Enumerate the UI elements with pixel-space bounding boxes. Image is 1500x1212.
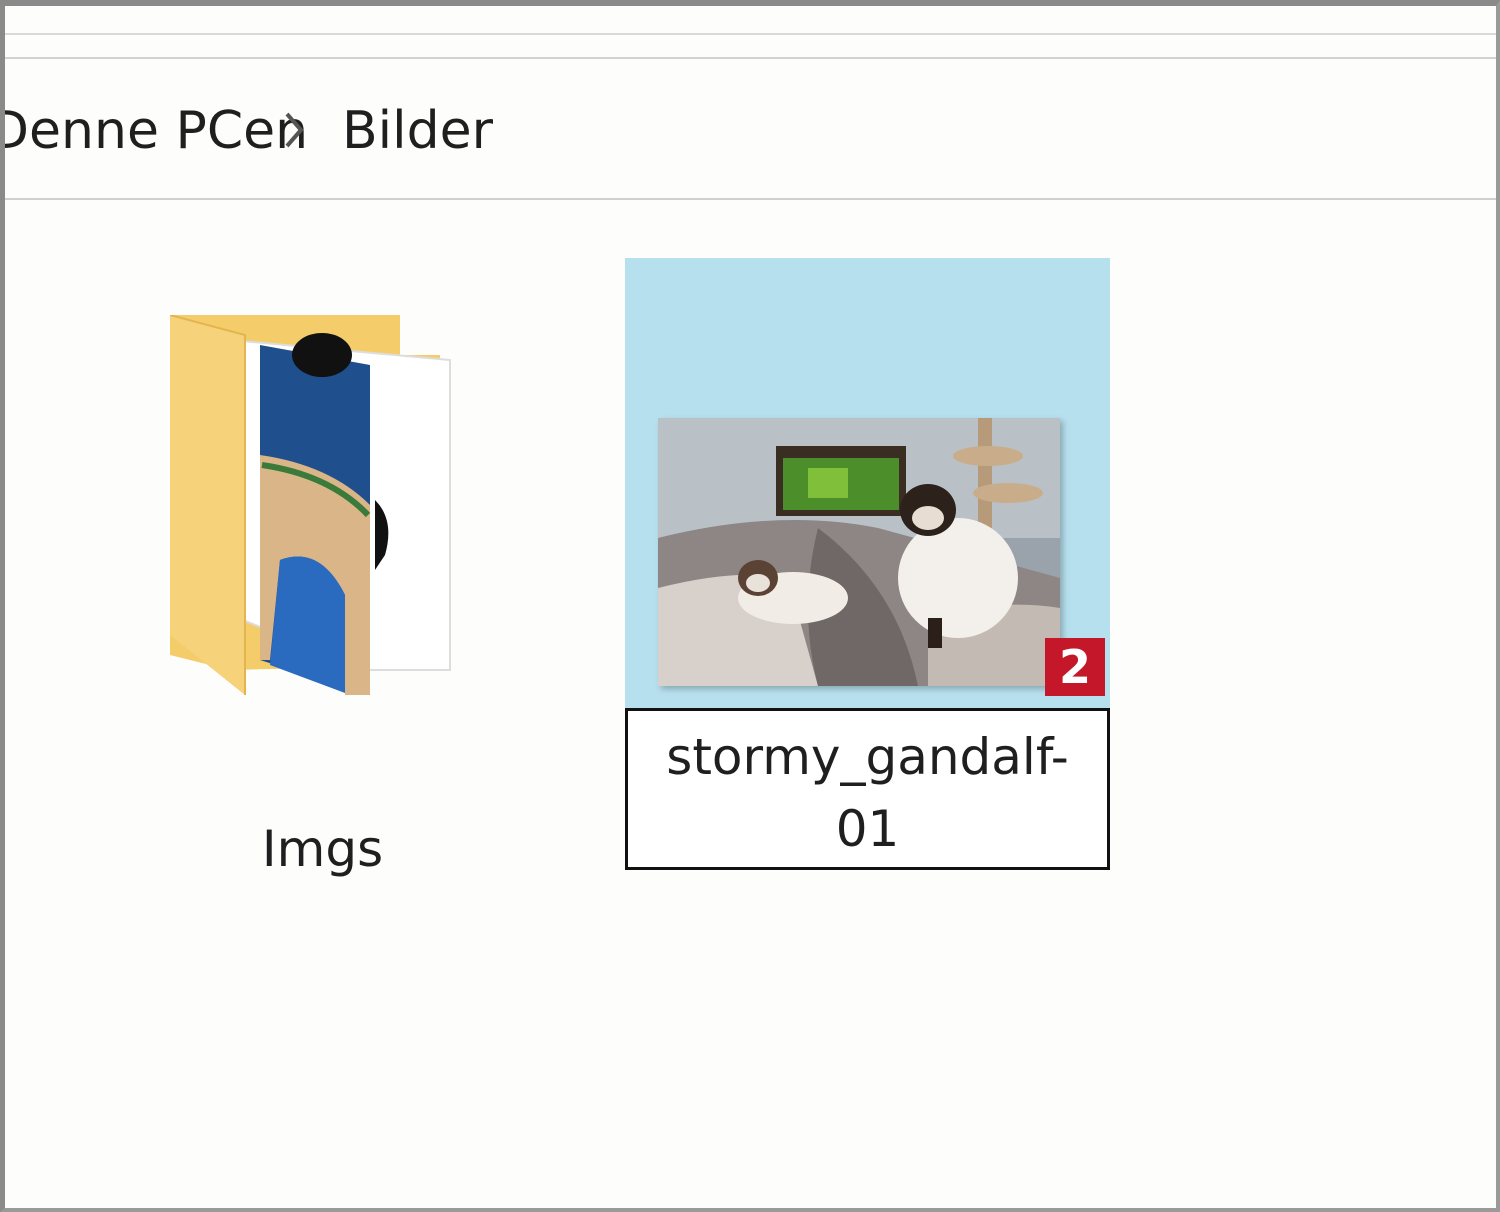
- file-name-line-1: stormy_gandalf-: [666, 728, 1069, 786]
- file-item-stormy-gandalf[interactable]: 2 stormy_gandalf- 01: [625, 258, 1110, 870]
- chevron-right-icon[interactable]: [277, 100, 317, 160]
- folder-name[interactable]: Imgs: [155, 820, 490, 878]
- toolbar-divider: [5, 57, 1496, 59]
- rename-input[interactable]: stormy_gandalf- 01: [625, 708, 1110, 870]
- toolbar-divider: [5, 33, 1496, 35]
- breadcrumb-item-previous[interactable]: Denne PCen: [5, 96, 308, 166]
- step-badge: 2: [1045, 638, 1105, 696]
- image-thumbnail[interactable]: [658, 418, 1060, 686]
- folder-item-imgs[interactable]: Imgs: [155, 300, 475, 878]
- file-view[interactable]: Imgs 2 stormy_gandalf- 01: [5, 200, 1496, 1208]
- breadcrumb-item-current[interactable]: Bilder: [342, 96, 493, 166]
- file-name-line-2: 01: [835, 800, 900, 858]
- address-bar[interactable]: Denne PCen Bilder: [5, 60, 1496, 200]
- folder-icon: [170, 315, 451, 695]
